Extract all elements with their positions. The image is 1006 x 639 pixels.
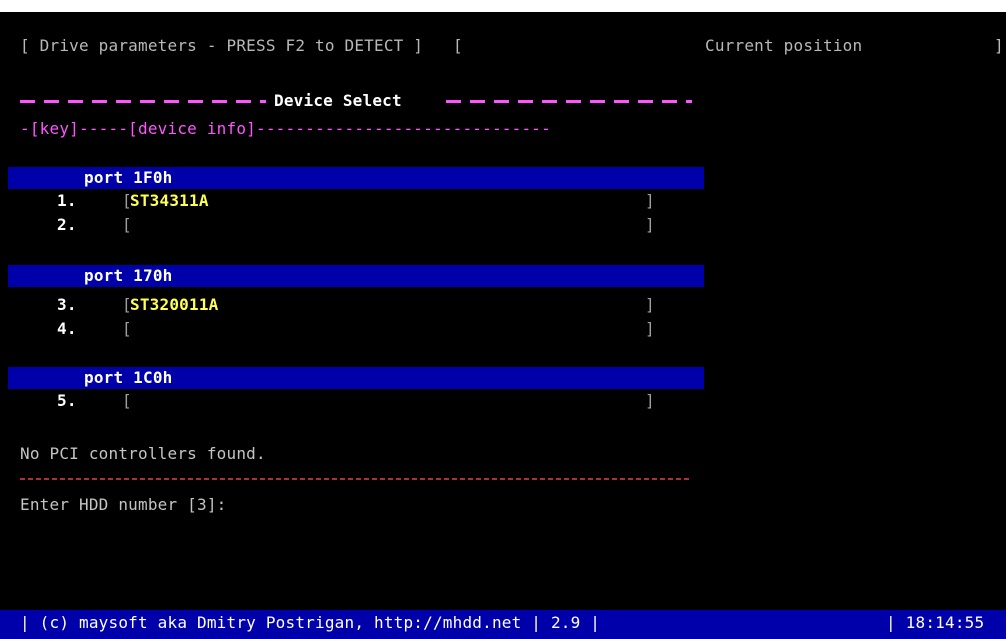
current-position-label: Current position (705, 36, 863, 55)
slot-close-bracket: ] (645, 191, 655, 210)
device-name: ST320011A (130, 295, 219, 314)
slot-open-bracket: [ (122, 319, 132, 338)
slot-close-bracket: ] (645, 391, 655, 410)
status-bar: | (c) maysoft aka Dmitry Postrigan, http… (0, 610, 1006, 639)
slot-number: 2. (57, 215, 77, 234)
slot-close-bracket: ] (645, 215, 655, 234)
slot-open-bracket: [ (122, 391, 132, 410)
port-label: port 1F0h (84, 168, 173, 187)
pci-message: No PCI controllers found. (20, 444, 266, 463)
slot-close-bracket: ] (645, 295, 655, 314)
title-divider-right (446, 100, 692, 103)
prompt-divider (20, 478, 692, 480)
copyright-text: | (c) maysoft aka Dmitry Postrigan, http… (20, 613, 601, 632)
port-header-bar: port 1C0h (8, 367, 704, 389)
slot-number: 1. (57, 191, 77, 210)
device-select-title: Device Select (274, 91, 402, 110)
slot-close-bracket: ] (645, 319, 655, 338)
port-label: port 1C0h (84, 368, 173, 387)
slot-number: 5. (57, 391, 77, 410)
drive-parameters-header: [ Drive parameters - PRESS F2 to DETECT … (20, 36, 424, 55)
current-position-open-bracket: [ (453, 36, 463, 55)
current-position-close-bracket: ] (994, 36, 1004, 55)
clock-readout: | 18:14:55 (886, 613, 985, 632)
slot-open-bracket: [ (122, 215, 132, 234)
title-divider-left (20, 100, 266, 103)
port-header-bar: port 170h (8, 265, 704, 287)
hdd-number-prompt[interactable]: Enter HDD number [3]: (20, 495, 227, 515)
slot-number: 3. (57, 295, 77, 314)
slot-number: 4. (57, 319, 77, 338)
column-header: -[key]-----[device info]----------------… (20, 119, 551, 138)
device-name: ST34311A (130, 191, 209, 210)
port-header-bar: port 1F0h (8, 167, 704, 189)
port-label: port 170h (84, 266, 173, 285)
terminal-screen: [ Drive parameters - PRESS F2 to DETECT … (0, 12, 1006, 639)
